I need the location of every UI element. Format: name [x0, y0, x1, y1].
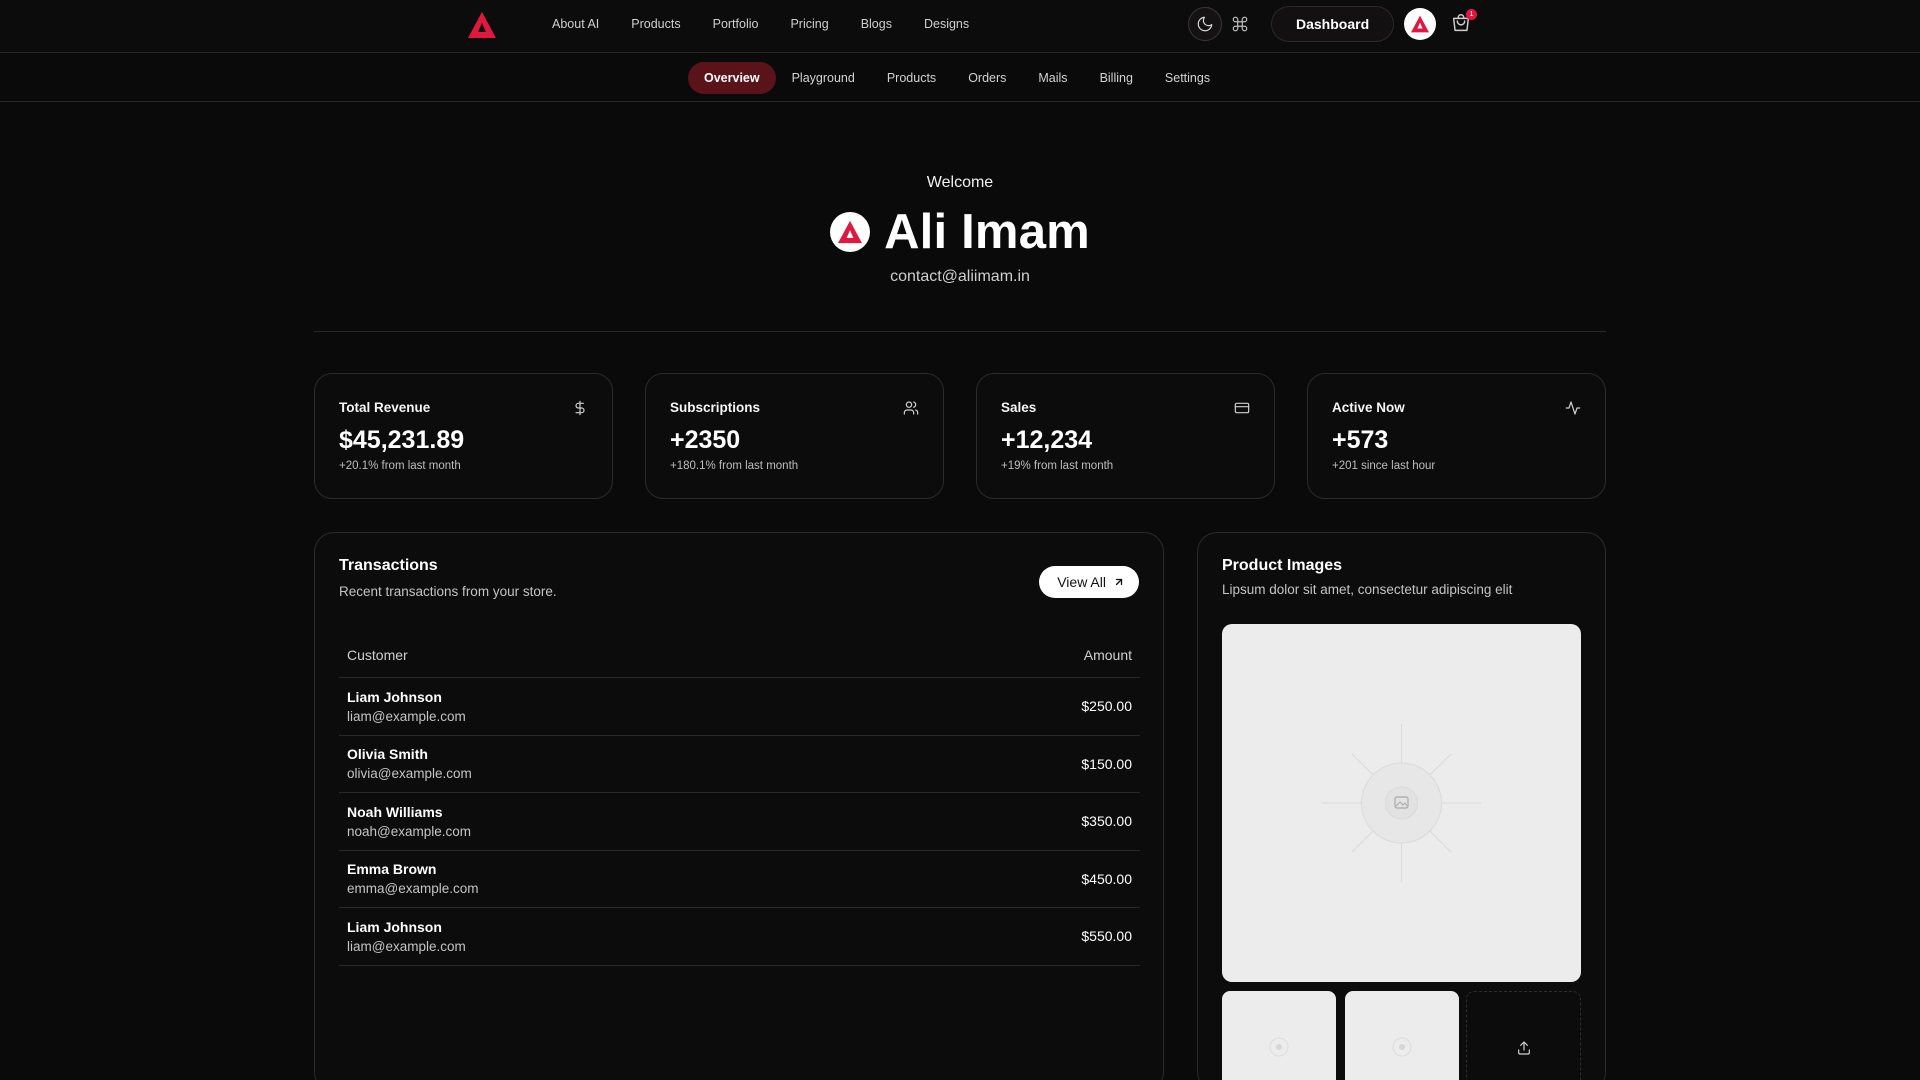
- transaction-amount: $550.00: [1081, 928, 1132, 945]
- tab-mails[interactable]: Mails: [1022, 62, 1083, 94]
- image-placeholder-icon: [1322, 724, 1481, 882]
- stat-title: Subscriptions: [670, 400, 761, 415]
- table-row[interactable]: Liam Johnson liam@example.com $550.00: [339, 908, 1140, 966]
- product-thumbnail[interactable]: [1222, 991, 1336, 1080]
- tab-overview[interactable]: Overview: [688, 62, 776, 94]
- main-product-image-placeholder[interactable]: [1222, 624, 1581, 982]
- customer-email: liam@example.com: [347, 708, 466, 724]
- nav-link-products[interactable]: Products: [631, 17, 680, 31]
- image-placeholder-icon: [1269, 1037, 1289, 1057]
- user-avatar-large: [830, 212, 871, 252]
- stat-title: Sales: [1001, 400, 1037, 415]
- moon-icon: [1197, 16, 1213, 32]
- upload-icon: [1517, 1041, 1530, 1055]
- top-navbar: About AI Products Portfolio Pricing Blog…: [0, 0, 1920, 53]
- column-header-amount: Amount: [1083, 647, 1132, 663]
- column-header-customer: Customer: [347, 647, 408, 663]
- logo-icon: [838, 220, 863, 244]
- nav-link-about-ai[interactable]: About AI: [552, 17, 599, 31]
- tab-products[interactable]: Products: [871, 62, 952, 94]
- user-avatar[interactable]: [1404, 8, 1437, 40]
- table-row[interactable]: Liam Johnson liam@example.com $250.00: [339, 678, 1140, 736]
- transactions-title: Transactions: [339, 557, 438, 574]
- nav-link-blogs[interactable]: Blogs: [861, 17, 892, 31]
- dashboard-button[interactable]: Dashboard: [1271, 6, 1395, 42]
- view-all-button[interactable]: View All: [1039, 566, 1139, 598]
- tab-billing[interactable]: Billing: [1084, 62, 1149, 94]
- avatar-logo-icon: [1411, 15, 1430, 33]
- customer-email: liam@example.com: [347, 938, 466, 954]
- product-images-card: Product Images Lipsum dolor sit amet, co…: [1197, 532, 1606, 1080]
- customer-name: Emma Brown: [347, 861, 437, 878]
- nav-link-designs[interactable]: Designs: [924, 17, 969, 31]
- transactions-card: Transactions Recent transactions from yo…: [314, 532, 1164, 1080]
- users-icon: [903, 401, 919, 415]
- stat-card-total-revenue: Total Revenue $45,231.89 +20.1% from las…: [314, 373, 613, 499]
- user-email: contact@aliimam.in: [890, 268, 1030, 285]
- transaction-amount: $450.00: [1081, 870, 1132, 887]
- activity-icon: [1565, 401, 1581, 415]
- stat-card-sales: Sales +12,234 +19% from last month: [976, 373, 1275, 499]
- section-divider: [314, 331, 1606, 332]
- dollar-icon: [575, 400, 585, 416]
- customer-email: emma@example.com: [347, 881, 479, 897]
- transaction-amount: $250.00: [1081, 698, 1132, 715]
- tab-playground[interactable]: Playground: [776, 62, 871, 94]
- stat-change: +20.1% from last month: [339, 460, 461, 472]
- user-name: Ali Imam: [884, 205, 1090, 259]
- tab-settings[interactable]: Settings: [1149, 62, 1226, 94]
- table-header: Customer Amount: [339, 633, 1140, 678]
- customer-email: noah@example.com: [347, 823, 472, 839]
- nav-link-pricing[interactable]: Pricing: [790, 17, 828, 31]
- nav-actions: Dashboard 1: [1188, 6, 1478, 42]
- customer-name: Noah Williams: [347, 803, 443, 820]
- customer-name: Liam Johnson: [347, 918, 442, 935]
- view-all-label: View All: [1057, 574, 1106, 590]
- credit-card-icon: [1234, 402, 1250, 414]
- stat-card-active-now: Active Now +573 +201 since last hour: [1307, 373, 1606, 499]
- transactions-description: Recent transactions from your store.: [339, 584, 557, 599]
- table-row[interactable]: Noah Williams noah@example.com $350.00: [339, 793, 1140, 851]
- sub-navbar: Overview Playground Products Orders Mail…: [0, 54, 1920, 102]
- stat-title: Active Now: [1332, 400, 1405, 415]
- welcome-section: Welcome Ali Imam contact@aliimam.in: [0, 174, 1920, 286]
- customer-name: Liam Johnson: [347, 688, 442, 705]
- nav-link-portfolio[interactable]: Portfolio: [713, 17, 759, 31]
- theme-toggle-button[interactable]: [1188, 7, 1222, 41]
- cart-count-badge: 1: [1466, 9, 1478, 20]
- dashboard-tabs: Overview Playground Products Orders Mail…: [688, 62, 1226, 94]
- table-row[interactable]: Emma Brown emma@example.com $450.00: [339, 851, 1140, 908]
- cart-button[interactable]: 1: [1450, 9, 1478, 36]
- product-images-title: Product Images: [1222, 557, 1343, 574]
- product-images-description: Lipsum dolor sit amet, consectetur adipi…: [1222, 582, 1513, 597]
- product-thumbnail[interactable]: [1345, 991, 1459, 1080]
- stat-card-subscriptions: Subscriptions +2350 +180.1% from last mo…: [645, 373, 944, 499]
- customer-email: olivia@example.com: [347, 766, 472, 782]
- stat-value: $45,231.89: [339, 426, 465, 454]
- customer-name: Olivia Smith: [347, 746, 428, 763]
- welcome-label: Welcome: [926, 174, 994, 191]
- command-icon: [1232, 16, 1248, 32]
- logo-icon[interactable]: [467, 11, 497, 39]
- transactions-table: Customer Amount Liam Johnson liam@exampl…: [339, 633, 1140, 966]
- table-row[interactable]: Olivia Smith olivia@example.com $150.00: [339, 736, 1140, 793]
- stat-value: +12,234: [1001, 426, 1093, 454]
- stat-change: +19% from last month: [1001, 460, 1114, 472]
- image-placeholder-icon: [1392, 1037, 1412, 1057]
- transaction-amount: $150.00: [1081, 755, 1132, 772]
- stat-value: +573: [1332, 426, 1389, 454]
- transaction-amount: $350.00: [1081, 813, 1132, 830]
- stat-value: +2350: [670, 426, 741, 454]
- tab-orders[interactable]: Orders: [952, 62, 1022, 94]
- stat-title: Total Revenue: [339, 400, 431, 415]
- upload-image-button[interactable]: [1466, 991, 1581, 1080]
- main-nav: About AI Products Portfolio Pricing Blog…: [552, 0, 1001, 48]
- stat-change: +180.1% from last month: [670, 460, 799, 472]
- user-name-row: Ali Imam: [0, 204, 1920, 260]
- stat-change: +201 since last hour: [1332, 460, 1436, 472]
- arrow-up-right-icon: [1115, 578, 1123, 586]
- command-menu-button[interactable]: [1227, 11, 1253, 37]
